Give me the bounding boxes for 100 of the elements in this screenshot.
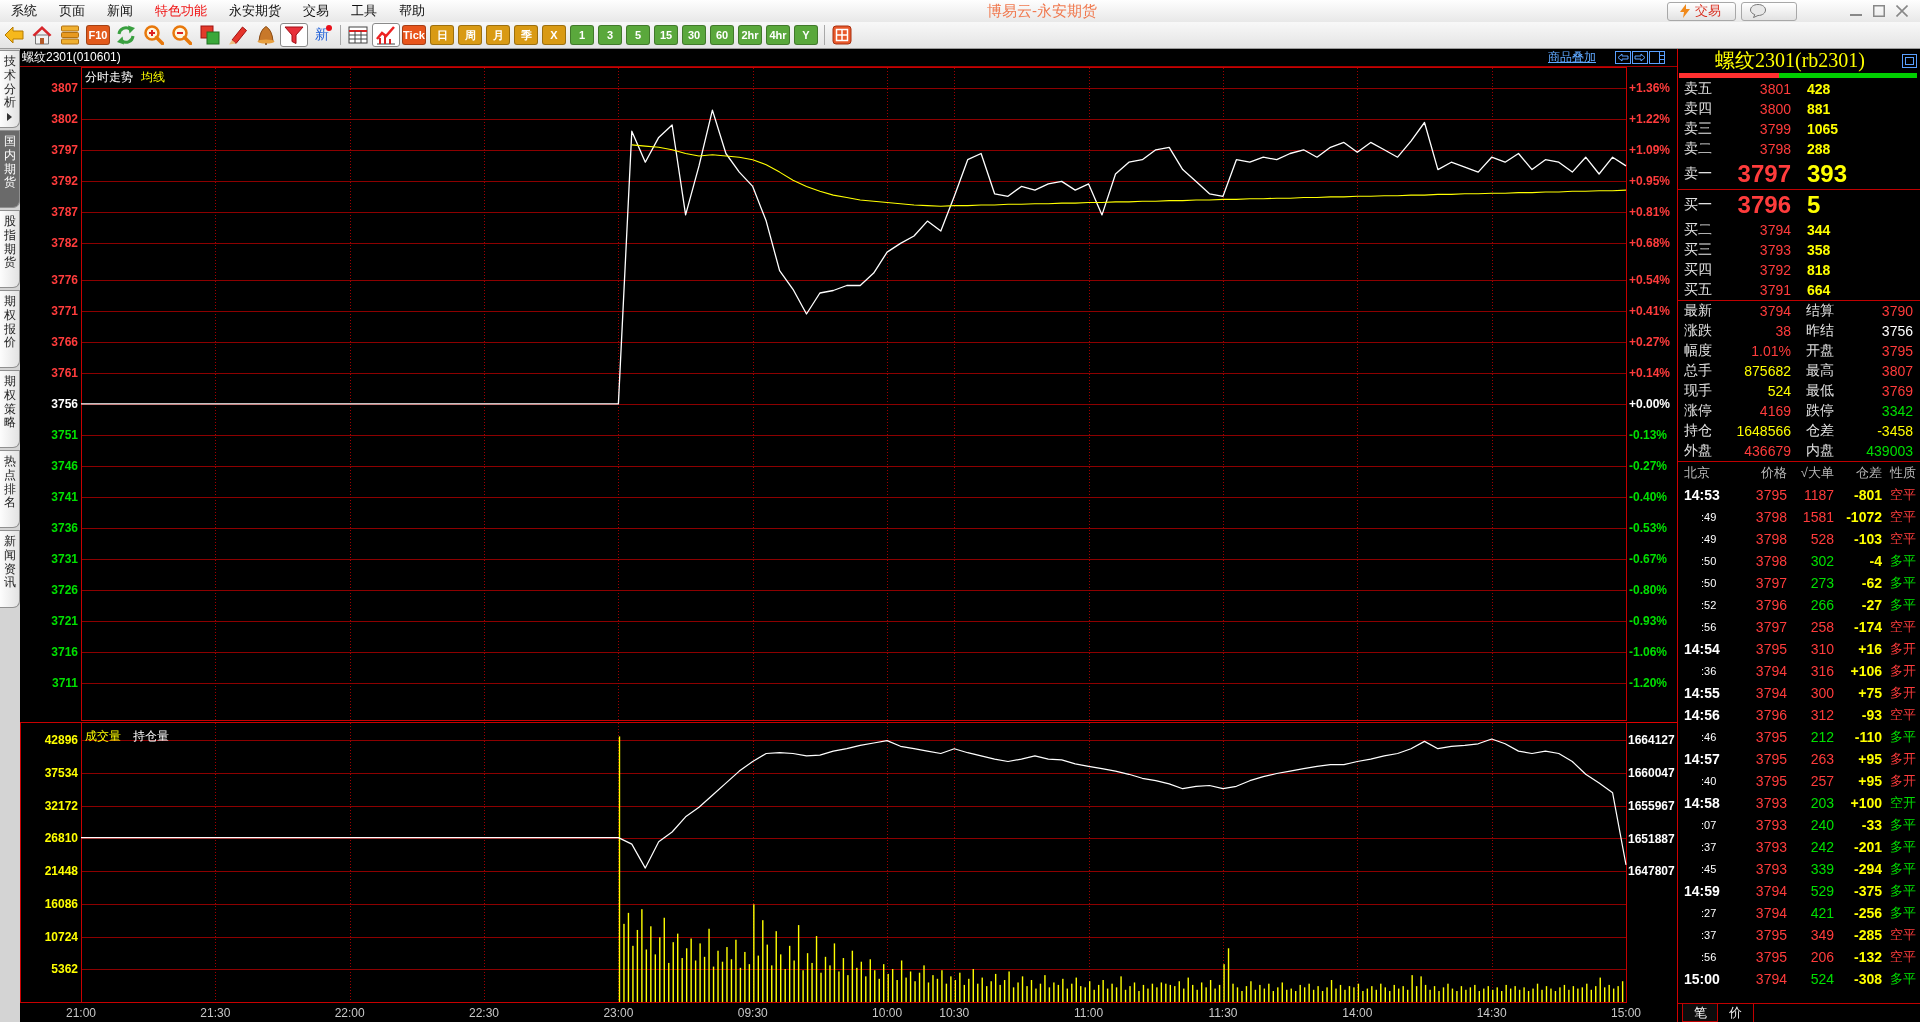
menu-item[interactable]: 新闻 (96, 1, 144, 21)
toolbar-button[interactable]: 4hr (766, 25, 790, 45)
order-price: 3798 (1758, 141, 1791, 157)
time-axis-label: 14:30 (1476, 1006, 1507, 1020)
message-button[interactable] (1741, 1, 1797, 21)
volume-bar (909, 971, 912, 1002)
side-tab[interactable]: 新闻资讯 (0, 530, 20, 608)
trade-price: 3793 (1754, 817, 1787, 833)
trade-type: 多开 (1889, 684, 1917, 702)
volume-bar (1509, 988, 1512, 1002)
toolbar-button[interactable]: 60 (710, 25, 734, 45)
view-tab[interactable]: 笔 (1682, 1004, 1718, 1022)
volume-bar (806, 953, 809, 1002)
price-axis-label: 3711 (51, 675, 78, 690)
volume-bar (1357, 983, 1360, 1002)
volume-bar (1339, 984, 1342, 1002)
trade-volume: 242 (1809, 839, 1834, 855)
price-axis-label: 3716 (51, 644, 78, 659)
percent-axis-label: +1.22% (1629, 111, 1671, 126)
panel-layout-icon[interactable] (1649, 51, 1665, 64)
trade-time: 14:58 (1684, 795, 1721, 811)
toolbar-button[interactable]: 2hr (738, 25, 762, 45)
side-tab[interactable]: 国内期货 (0, 130, 20, 208)
toolbar-button[interactable]: 3 (598, 25, 622, 45)
toolbar-button[interactable] (170, 23, 194, 47)
volume-bar (1039, 983, 1042, 1002)
menu-item[interactable]: 帮助 (388, 1, 436, 21)
toolbar-button[interactable] (372, 23, 400, 47)
trade-time: 14:56 (1684, 707, 1721, 723)
overlay-link[interactable]: 商品叠加 (1548, 49, 1596, 66)
stat-value: 875682 (1743, 363, 1791, 379)
price-axis-label: 3782 (51, 235, 78, 250)
side-tab[interactable]: 技术分析 (0, 50, 20, 128)
order-volume: 664 (1807, 282, 1831, 298)
left-arrow-icon[interactable] (1615, 51, 1631, 64)
zoom-out-icon (172, 25, 192, 45)
open-interest-change: -27 (1860, 597, 1882, 613)
side-tab[interactable]: 期权策略 (0, 370, 20, 448)
trade-volume: 266 (1809, 597, 1834, 613)
menu-item[interactable]: 特色功能 (144, 1, 218, 21)
trade-price: 3796 (1754, 597, 1787, 613)
price-axis-label: 3776 (51, 272, 78, 287)
toolbar-button[interactable] (142, 23, 166, 47)
menu-item[interactable]: 系统 (0, 1, 48, 21)
toolbar-button[interactable]: 30 (682, 25, 706, 45)
side-tab[interactable]: 期权报价 (0, 290, 20, 368)
side-tab[interactable]: 热点排名 (0, 450, 20, 528)
trade-volume: 240 (1809, 817, 1834, 833)
trade-type: 多平 (1889, 552, 1917, 570)
time-axis-label: 09:30 (737, 1006, 768, 1020)
menu-item[interactable]: 永安期货 (218, 1, 292, 21)
trade-price: 3795 (1754, 729, 1787, 745)
toolbar-button[interactable]: 15 (654, 25, 678, 45)
trade-button[interactable]: 交易 (1667, 1, 1736, 21)
toolbar-button[interactable] (30, 23, 54, 47)
funnel-icon (284, 25, 304, 45)
order-price: 3801 (1758, 81, 1791, 97)
menu-item[interactable]: 交易 (292, 1, 340, 21)
stat-label: 最低 (1806, 382, 1835, 400)
maximize-icon[interactable] (1902, 53, 1917, 68)
toolbar-button[interactable] (830, 23, 854, 47)
volume-bar (1003, 980, 1006, 1002)
stat-label: 外盘 (1684, 442, 1713, 460)
toolbar-button[interactable]: 1 (570, 25, 594, 45)
column-header: 性质 (1889, 464, 1917, 482)
toolbar-button[interactable] (280, 23, 308, 47)
toolbar-button[interactable] (346, 23, 370, 47)
toolbar-button[interactable]: 新 (310, 23, 334, 47)
order-price: 3797 (1736, 160, 1791, 188)
toolbar-button[interactable] (198, 23, 222, 47)
legend-label: 成交量 (85, 729, 121, 743)
side-tab[interactable]: 股指期货 (0, 210, 20, 288)
trade-price: 3795 (1754, 949, 1787, 965)
trade-price: 3794 (1754, 971, 1787, 987)
toolbar-button[interactable] (58, 23, 82, 47)
stat-label: 持仓 (1684, 422, 1713, 440)
toolbar-button[interactable]: F10 (86, 25, 110, 45)
trade-price: 3798 (1754, 509, 1787, 525)
open-interest-change: -132 (1852, 949, 1882, 965)
toolbar-button[interactable]: Tick (402, 25, 426, 45)
table-icon (348, 25, 368, 45)
menu-item[interactable]: 页面 (48, 1, 96, 21)
right-arrow-icon[interactable] (1632, 51, 1648, 64)
stat-label: 昨结 (1806, 322, 1835, 340)
maximize-icon[interactable] (1873, 5, 1885, 17)
percent-axis-label: +0.41% (1629, 303, 1671, 318)
percent-axis-label: -1.20% (1629, 675, 1668, 690)
stat-value: 1.01% (1750, 343, 1791, 359)
menu-item[interactable]: 工具 (340, 1, 388, 21)
toolbar-button[interactable]: Y (794, 25, 818, 45)
trade-volume: 257 (1809, 773, 1834, 789)
percent-axis-label: +0.00% (1629, 396, 1671, 411)
column-header: 价格 (1760, 464, 1787, 482)
stat-value: 3769 (1880, 383, 1913, 399)
trade-volume: 300 (1809, 685, 1834, 701)
price-axis-label: 3756 (51, 396, 78, 411)
open-interest-change: -201 (1852, 839, 1882, 855)
open-interest-change: -285 (1852, 927, 1882, 943)
toolbar-button[interactable]: 5 (626, 25, 650, 45)
close-icon[interactable] (1896, 5, 1908, 17)
